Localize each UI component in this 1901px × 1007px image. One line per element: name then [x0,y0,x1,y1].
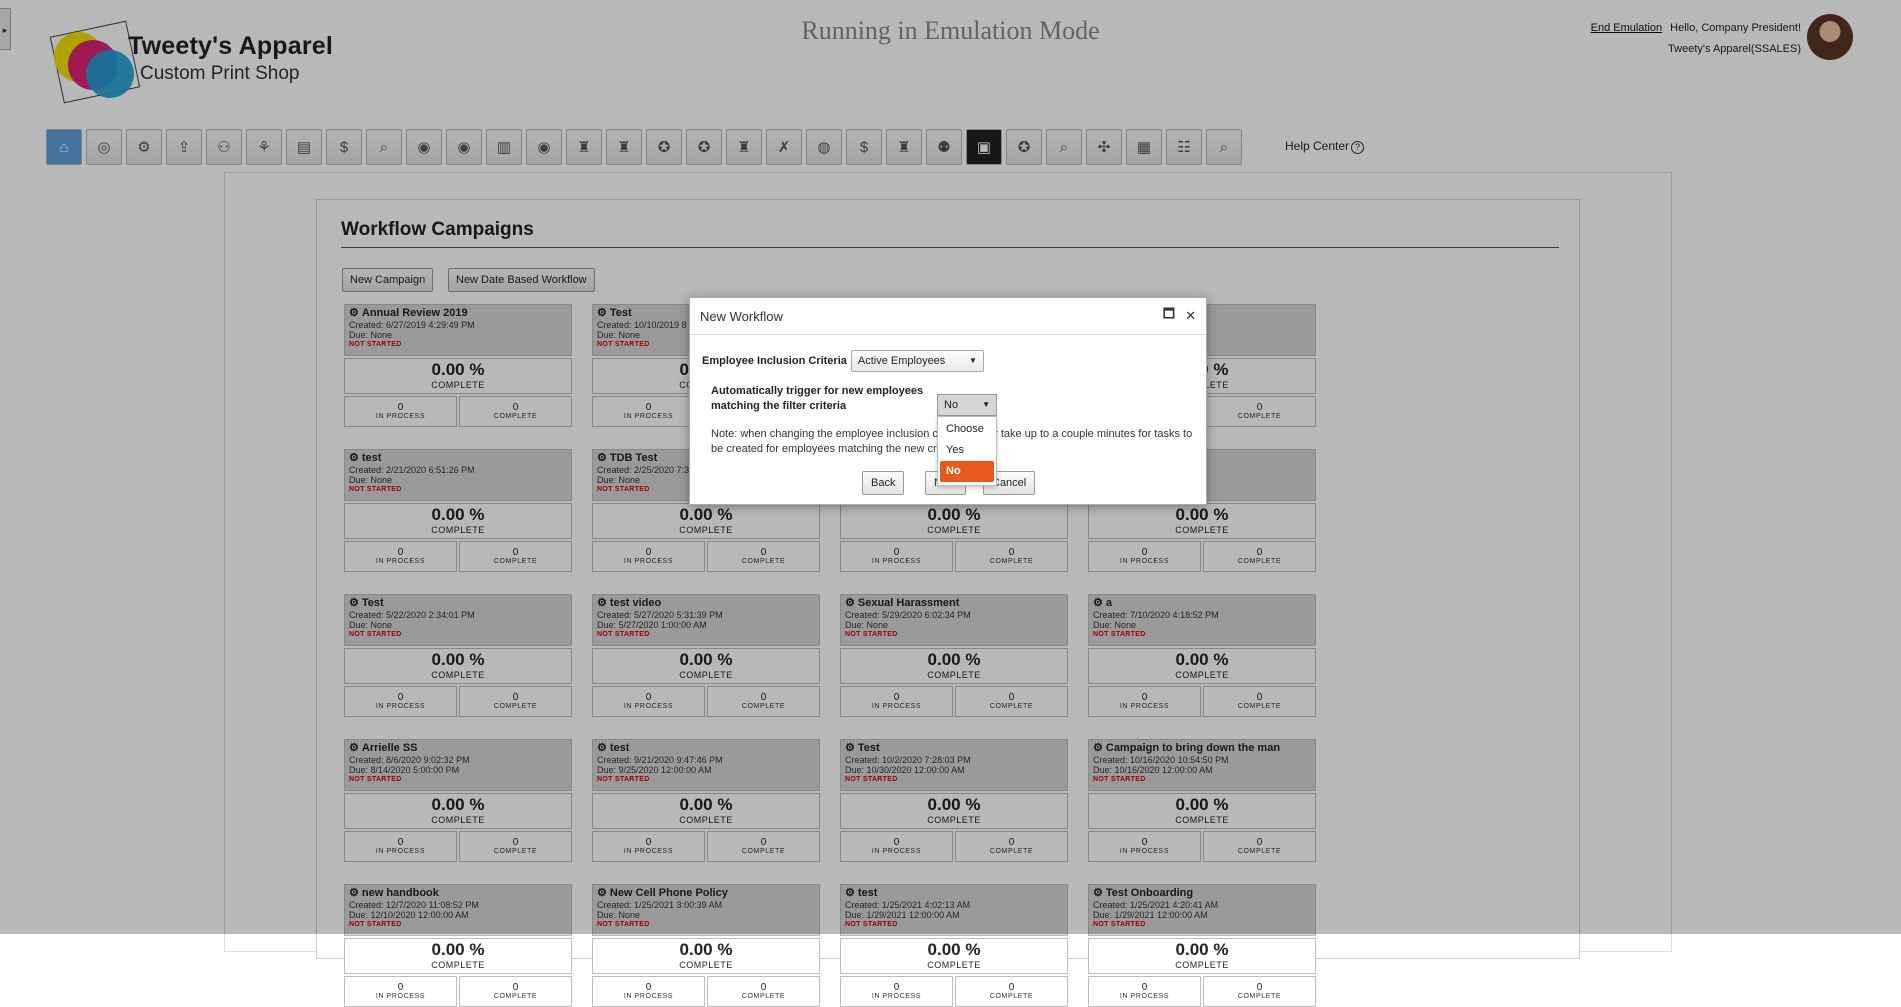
percent-complete: 0.00 % [431,940,485,959]
close-icon[interactable]: ✕ [1185,308,1196,324]
auto-trigger-dropdown: Choose Yes No [937,416,997,486]
new-workflow-dialog: New Workflow 🗖 ✕ Employee Inclusion Crit… [689,297,1207,505]
in-process-label: IN PROCESS [1119,993,1170,1000]
auto-trigger-label: Automatically trigger for new employees … [711,385,924,412]
maximize-icon[interactable]: 🗖 [1163,305,1175,327]
in-process-stat[interactable]: 0IN PROCESS [344,976,457,1007]
complete-label: COMPLETE [1237,993,1282,1000]
percent-label: COMPLETE [1175,960,1229,970]
chevron-down-icon: ▼ [982,400,990,409]
in-process-label: IN PROCESS [623,993,674,1000]
percent-complete: 0.00 % [679,940,733,959]
campaign-stats: 0IN PROCESS0COMPLETE [840,976,1068,1007]
complete-stat[interactable]: 0COMPLETE [459,976,572,1007]
campaign-stats: 0IN PROCESS0COMPLETE [592,976,820,1007]
campaign-stats: 0IN PROCESS0COMPLETE [344,976,572,1007]
in-process-label: IN PROCESS [871,993,922,1000]
inclusion-label: Employee Inclusion Criteria [702,355,847,367]
dialog-title: New Workflow [700,308,783,324]
complete-count: 0 [1008,982,1015,993]
complete-count: 0 [760,982,767,993]
chevron-down-icon: ▼ [968,356,977,365]
in-process-label: IN PROCESS [375,993,426,1000]
in-process-count: 0 [645,982,652,993]
complete-stat[interactable]: 0COMPLETE [707,976,820,1007]
complete-stat[interactable]: 0COMPLETE [1203,976,1316,1007]
auto-trigger-select[interactable]: No ▼ [937,394,997,416]
in-process-stat[interactable]: 0IN PROCESS [1088,976,1201,1007]
complete-count: 0 [512,982,519,993]
complete-count: 0 [1256,982,1263,993]
campaign-stats: 0IN PROCESS0COMPLETE [1088,976,1316,1007]
complete-label: COMPLETE [493,993,538,1000]
auto-trigger-value: No [944,399,959,411]
campaign-progress: 0.00 %COMPLETE [840,938,1068,974]
inclusion-criteria-select[interactable]: Active Employees ▼ [850,350,984,372]
dialog-header: New Workflow 🗖 ✕ [690,298,1206,335]
complete-label: COMPLETE [989,993,1034,1000]
in-process-stat[interactable]: 0IN PROCESS [592,976,705,1007]
percent-complete: 0.00 % [927,940,981,959]
complete-stat[interactable]: 0COMPLETE [955,976,1068,1007]
campaign-progress: 0.00 %COMPLETE [1088,938,1316,974]
in-process-count: 0 [1141,982,1148,993]
complete-label: COMPLETE [741,993,786,1000]
inclusion-row: Employee Inclusion Criteria Active Emplo… [702,350,984,372]
percent-label: COMPLETE [927,960,981,970]
percent-label: COMPLETE [431,960,485,970]
percent-label: COMPLETE [679,960,733,970]
campaign-progress: 0.00 %COMPLETE [592,938,820,974]
inclusion-value: Active Employees [857,355,946,367]
percent-complete: 0.00 % [1175,940,1229,959]
in-process-count: 0 [397,982,404,993]
campaign-progress: 0.00 %COMPLETE [344,938,572,974]
option-yes[interactable]: Yes [940,440,994,461]
in-process-count: 0 [893,982,900,993]
in-process-stat[interactable]: 0IN PROCESS [840,976,953,1007]
option-choose[interactable]: Choose [940,419,994,440]
back-button[interactable]: Back [862,471,905,495]
option-no[interactable]: No [940,461,994,482]
